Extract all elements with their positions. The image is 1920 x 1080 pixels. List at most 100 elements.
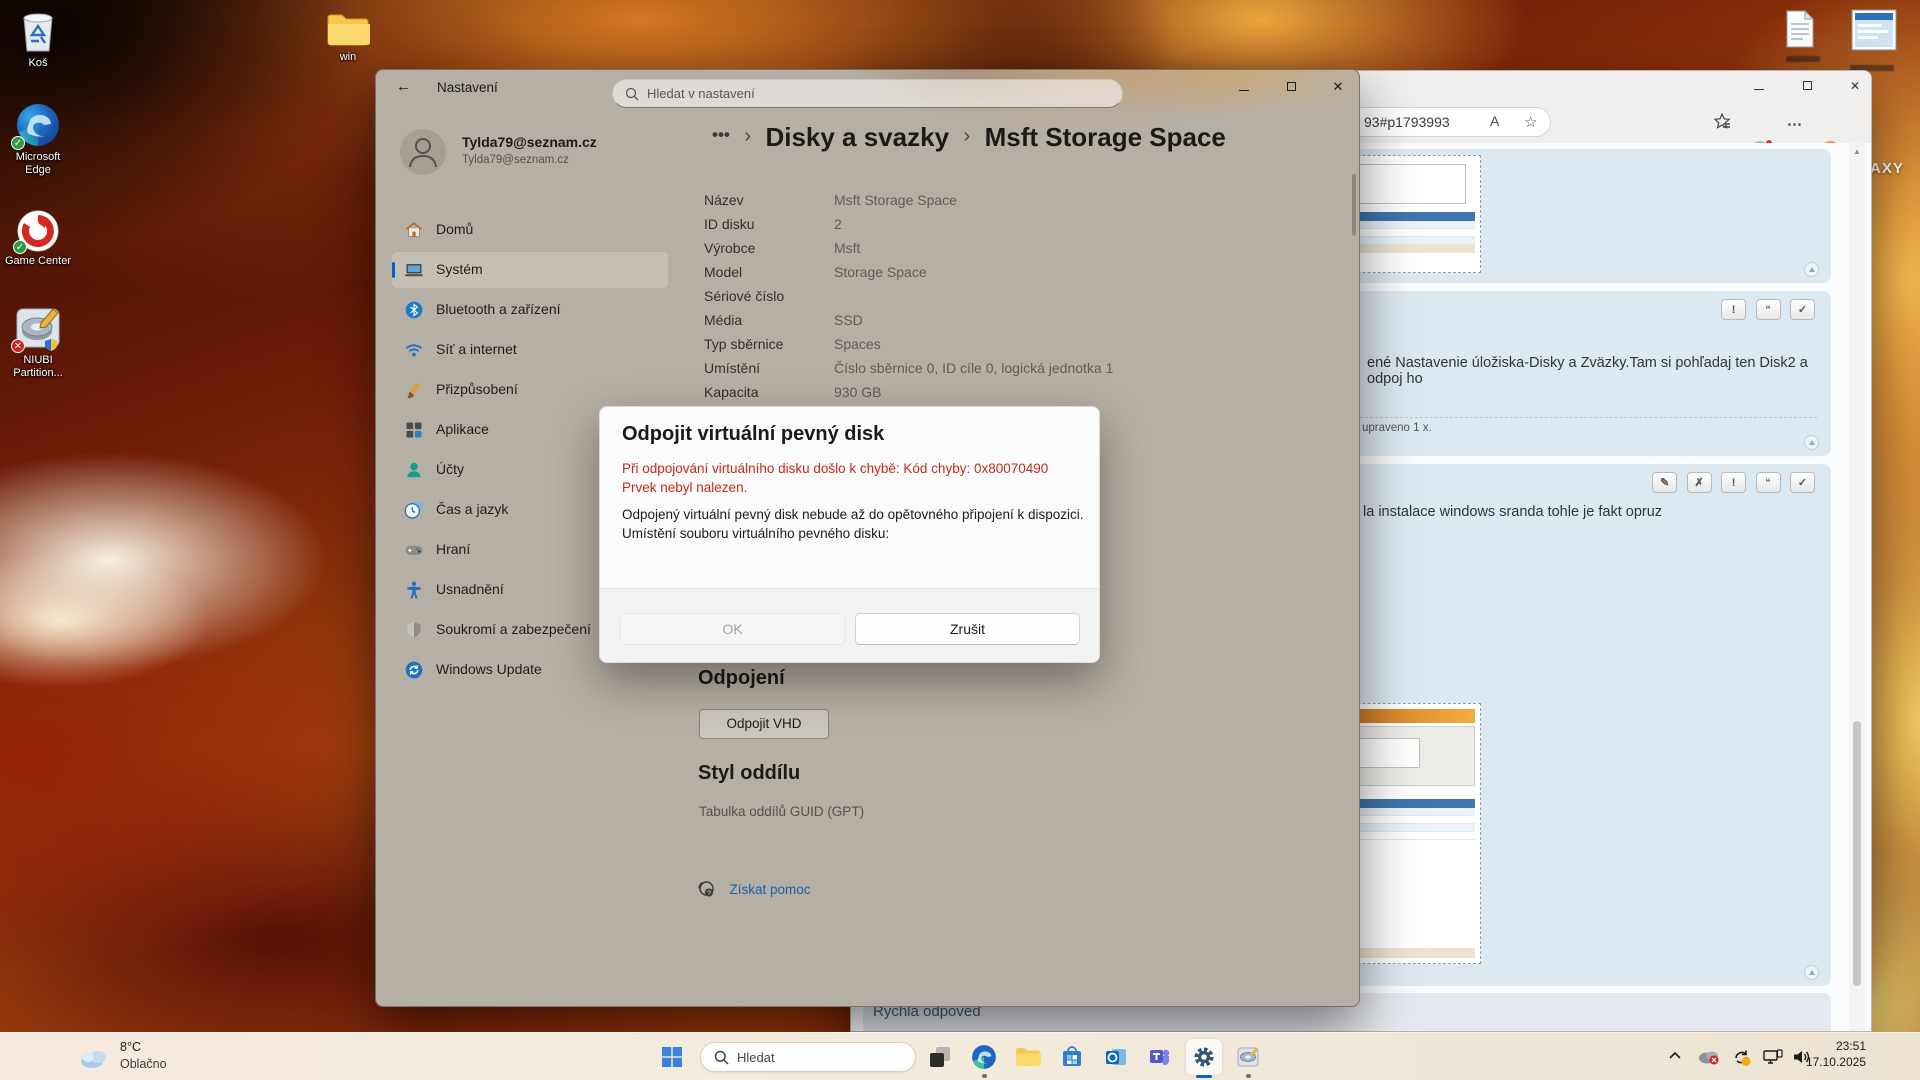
taskbar-niubi-button[interactable] [1232,1041,1264,1073]
settings-maximize-button[interactable] [1268,70,1314,104]
desktop-icon-win-folder[interactable]: win [310,12,386,64]
detach-vhd-button[interactable]: Odpojit VHD [699,709,829,739]
task-view-icon [928,1045,952,1069]
post-actions: ! “ ✓ [1716,299,1815,320]
taskbar-teams-button[interactable] [1144,1041,1176,1073]
desktop-icon-recycle-bin[interactable]: Koš [0,8,76,70]
scroll-top-icon[interactable] [1804,262,1819,277]
tray-onedrive-icon[interactable] [1698,1049,1720,1070]
edge-maximize-button[interactable] [1787,73,1827,99]
scroll-top-icon[interactable] [1804,435,1819,450]
search-icon [625,87,639,101]
desktop-icon-edge[interactable]: ✓ Microsoft Edge [0,102,76,177]
scrollbar-up-icon[interactable]: ▲ [1853,147,1861,156]
tray-chevron-icon[interactable] [1668,1049,1682,1068]
cancel-button[interactable]: Zrušit [855,613,1080,645]
report-button[interactable]: ! [1721,299,1746,320]
tray-clock[interactable]: 23:51 17.10.2025 [1806,1039,1866,1069]
sidebar-item-home[interactable]: Domů [392,212,668,248]
favorites-bar-icon[interactable] [1713,113,1731,135]
quote-button[interactable]: “ [1756,299,1781,320]
settings-search-box[interactable]: Hledat v nastavení [612,79,1123,108]
help-icon: ? [698,880,715,897]
user-email: Tylda79@seznam.cz [462,154,569,166]
desktop-icon-label: Game Center [0,255,76,268]
agree-button[interactable]: ✓ [1790,299,1815,320]
favorite-star-icon[interactable]: ☆ [1524,113,1537,131]
user-name: Tylda79@seznam.cz [462,134,597,150]
back-icon[interactable]: ← [396,78,411,95]
more-menu-icon[interactable]: ⋯ [1787,115,1802,133]
sidebar-item-personalization[interactable]: Přizpůsobení [392,372,668,408]
agree-button[interactable]: ✓ [1790,472,1815,493]
settings-scrollbar-thumb[interactable] [1352,174,1356,236]
page-scrollbar[interactable]: ▲ [1849,143,1865,1032]
scroll-top-icon[interactable] [1804,965,1819,980]
desktop-icon-niubi[interactable]: ✕ NIUBI Partition... [0,305,76,380]
document-icon [1786,10,1814,48]
chevron-right-icon: › [744,125,751,147]
tray-update-icon[interactable] [1732,1049,1752,1072]
icon-label-smudge [1786,56,1820,62]
running-indicator [982,1074,987,1078]
edge-close-button[interactable]: ✕ [1835,73,1872,99]
desktop-icon-game-center[interactable]: ✓ Game Center [0,210,76,268]
start-button[interactable] [656,1041,688,1073]
search-label: Hledat [737,1050,775,1065]
svg-text:?: ? [707,890,711,897]
breadcrumb: ••• › Disky a svazky › Msft Storage Spac… [712,122,1226,153]
taskbar-settings-button[interactable] [1186,1039,1222,1075]
report-button[interactable]: ! [1721,472,1746,493]
taskbar-outlook-button[interactable] [1100,1041,1132,1073]
clock-icon [404,500,424,520]
wallpaper-brand-text: AXY [1870,160,1904,177]
url-text[interactable]: 93#p1793993 [1364,114,1450,130]
user-avatar[interactable] [400,129,446,175]
sidebar-item-system[interactable]: Systém [392,252,668,288]
settings-window: ← Nastavení ✕ Hledat v nastavení Tylda79… [375,69,1360,1007]
breadcrumb-overflow-button[interactable]: ••• [712,125,730,144]
search-placeholder: Hledat v nastavení [647,86,755,101]
wifi-icon [404,340,424,360]
dialog-body-text: Odpojený virtuální pevný disk nebude až … [622,505,1090,543]
task-view-button[interactable] [924,1041,956,1073]
taskbar-store-button[interactable] [1056,1041,1088,1073]
weather-widget[interactable]: 8°C Oblačno [70,1037,230,1077]
taskbar-search[interactable]: Hledat [700,1042,916,1072]
ok-button[interactable]: OK [620,613,845,645]
taskbar: 8°C Oblačno Hledat [0,1032,1920,1080]
sidebar-item-network[interactable]: Síť a internet [392,332,668,368]
search-icon [714,1050,729,1065]
read-aloud-icon[interactable]: A [1490,113,1499,129]
quote-button[interactable]: “ [1756,472,1781,493]
outlook-icon [1104,1045,1128,1069]
desktop-icon-label: win [310,51,386,64]
dialog-title: Odpojit virtuální pevný disk [622,423,884,446]
sidebar-item-bluetooth[interactable]: Bluetooth a zařízení [392,292,668,328]
tray-network-icon[interactable] [1763,1049,1783,1070]
desktop-icon-image-file[interactable] [1850,8,1898,71]
folder-icon [1015,1046,1041,1068]
edge-minimize-button[interactable] [1739,73,1779,99]
niubi-partition-icon [1236,1045,1260,1069]
edit-button[interactable]: ✎ [1652,472,1677,493]
partition-style-heading: Styl oddílu [698,762,800,785]
folder-icon [326,12,370,48]
store-icon [1060,1045,1084,1069]
settings-close-button[interactable]: ✕ [1315,70,1360,104]
settings-minimize-button[interactable] [1221,70,1267,104]
taskbar-explorer-button[interactable] [1012,1041,1044,1073]
delete-button[interactable]: ✗ [1687,472,1712,493]
taskbar-edge-button[interactable] [968,1041,1000,1073]
edge-icon [971,1044,997,1070]
desktop-icon-label: Koš [0,57,76,70]
error-badge: ✕ [11,339,25,353]
breadcrumb-parent[interactable]: Disky a svazky [765,122,949,152]
desktop-icon-label: Microsoft [16,151,61,163]
desktop-icon-label: NIUBI [23,354,52,366]
desktop-icon-document[interactable] [1786,10,1820,62]
scrollbar-thumb[interactable] [1853,721,1861,986]
person-icon [404,460,424,480]
get-help-link[interactable]: ? Získat pomoc [698,880,810,899]
teams-icon [1148,1045,1172,1069]
